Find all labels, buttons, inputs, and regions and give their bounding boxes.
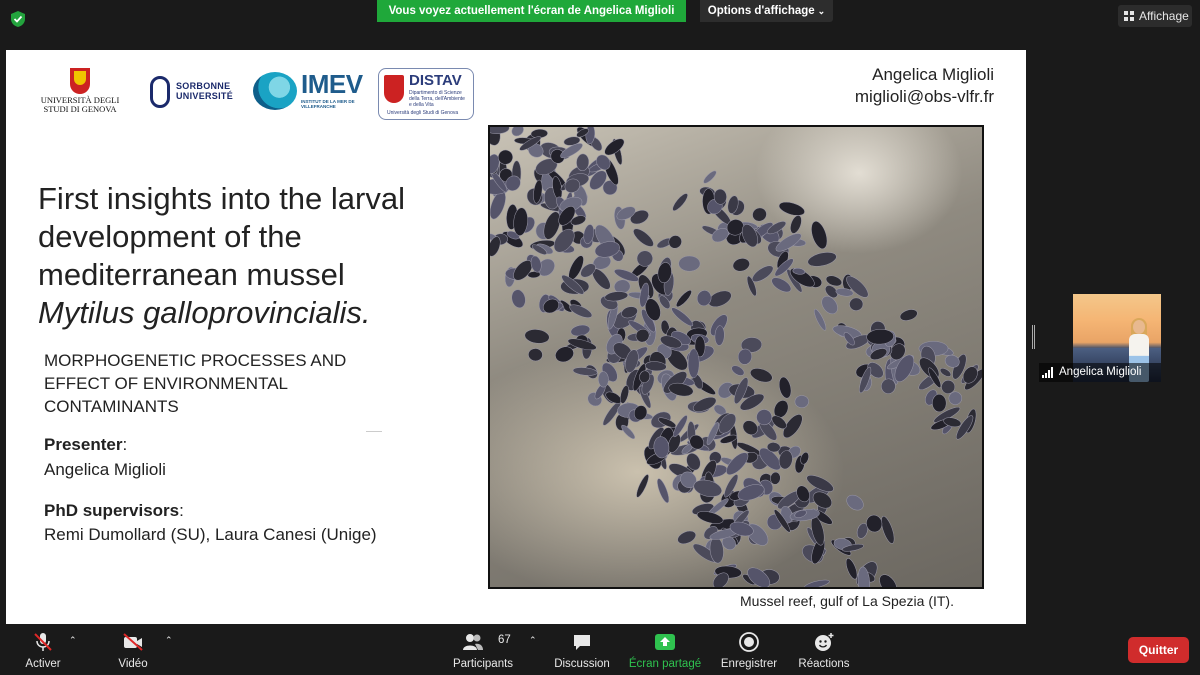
mussel-shell	[814, 308, 827, 331]
mussel-shell	[633, 228, 654, 247]
mussel-shell	[732, 258, 750, 272]
participants-count: 67	[498, 634, 511, 646]
meeting-toolbar: Activer ⌃ Vidéo ⌃ 67 Participants ⌃ Disc…	[0, 626, 1200, 675]
mussel-shell	[511, 127, 524, 137]
mussel-shell	[687, 348, 700, 379]
mussel-shell	[879, 574, 898, 587]
screen-share-banner: Vous voyez actuellement l'écran de Angel…	[377, 0, 686, 22]
mussel-shell	[703, 170, 717, 184]
author-email: miglioli@obs-vlfr.fr	[854, 87, 994, 106]
title-main: First insights into the larval developme…	[38, 181, 405, 292]
mussel-shell	[807, 252, 837, 267]
imev-logo: IMEV INSTITUT DE LA MER DE VILLEFRANCHE	[253, 70, 365, 114]
mussel-shell	[849, 297, 864, 311]
mussel-shell	[677, 530, 696, 545]
mussel-shell	[672, 193, 688, 211]
photo-caption: Mussel reef, gulf of La Spezia (IT).	[740, 593, 954, 609]
mussel-shell	[671, 307, 694, 327]
mussel-shell	[693, 479, 722, 497]
author-block: Angelica Miglioli miglioli@obs-vlfr.fr	[855, 64, 994, 108]
mussel-shell	[731, 365, 745, 376]
mussel-shell	[790, 215, 802, 234]
audio-options-chevron-icon[interactable]: ⌃	[69, 635, 77, 646]
view-button-label: Affichage	[1139, 9, 1189, 23]
connection-signal-icon	[1042, 367, 1056, 378]
sorbonne-logo: SORBONNE UNIVERSITÉ	[150, 74, 238, 110]
meeting-top-bar: Vous voyez actuellement l'écran de Angel…	[0, 0, 1200, 36]
mussel-shell	[811, 221, 828, 250]
video-camera-off-icon	[123, 633, 143, 651]
mussel-shell	[511, 289, 526, 309]
mussel-shell	[621, 424, 636, 440]
mussel-shell	[676, 289, 692, 308]
mussel-shell	[752, 207, 767, 222]
security-shield-icon[interactable]	[10, 10, 26, 28]
participants-icon	[462, 634, 483, 650]
mussel-shell	[845, 558, 858, 580]
supervisors-names: Remi Dumollard (SU), Laura Canesi (Unige…	[44, 525, 377, 544]
microphone-muted-icon	[34, 633, 52, 651]
mussel-shell	[778, 201, 805, 216]
mussel-shell	[821, 296, 838, 315]
smiley-plus-icon	[815, 633, 834, 651]
mussel-shell	[939, 367, 952, 377]
mussel-shell	[524, 329, 550, 344]
view-options-label: Options d'affichage	[707, 5, 815, 17]
view-button[interactable]: Affichage	[1118, 5, 1192, 27]
start-video-button[interactable]: Vidéo	[108, 626, 158, 675]
share-screen-icon	[655, 634, 675, 650]
mussel-shell	[846, 494, 864, 511]
record-button[interactable]: Enregistrer	[716, 626, 782, 675]
mussel-shell	[620, 385, 629, 404]
title-species: Mytilus galloprovincialis.	[38, 295, 371, 330]
slide-subtitle: MORPHOGENETIC PROCESSES AND EFFECT OF EN…	[44, 351, 347, 416]
slide-title: First insights into the larval developme…	[38, 180, 478, 332]
mussel-shell	[668, 235, 682, 249]
chat-button[interactable]: Discussion	[550, 626, 614, 675]
grid-icon	[1124, 11, 1134, 21]
mussel-shell	[778, 376, 792, 399]
unmute-button[interactable]: Activer	[18, 626, 68, 675]
mussel-shell	[881, 516, 895, 544]
mussel-shell	[528, 348, 543, 362]
mussel-cluster-image	[490, 127, 982, 587]
mussel-reef-photo	[488, 125, 984, 589]
mussel-shell	[657, 478, 670, 504]
leave-meeting-button[interactable]: Quitter	[1128, 637, 1189, 663]
participants-options-chevron-icon[interactable]: ⌃	[529, 635, 537, 646]
reactions-button[interactable]: Réactions	[794, 626, 854, 675]
mussel-shell	[678, 255, 701, 272]
genova-university-logo: UNIVERSITÀ DEGLI STUDI DI GENOVA	[30, 68, 130, 120]
author-name: Angelica Miglioli	[872, 65, 994, 84]
participant-name: Angelica Miglioli	[1039, 363, 1161, 382]
supervisors-label: PhD supervisors:	[44, 501, 184, 520]
share-screen-button[interactable]: Écran partagé	[626, 626, 704, 675]
video-options-chevron-icon[interactable]: ⌃	[165, 635, 173, 646]
mussel-shell	[932, 394, 947, 413]
chevron-down-icon: ⌄	[817, 6, 826, 16]
mussel-shell	[794, 395, 809, 409]
panel-resize-handle[interactable]	[1032, 325, 1035, 349]
presenter-name: Angelica Miglioli	[44, 460, 166, 479]
record-icon	[739, 632, 759, 652]
chat-bubble-icon	[574, 635, 590, 650]
mussel-shell	[490, 127, 510, 134]
presenter-label: Presenter:	[44, 435, 128, 454]
shared-slide: UNIVERSITÀ DEGLI STUDI DI GENOVA SORBONN…	[6, 50, 1026, 624]
view-options-dropdown[interactable]: Options d'affichage ⌄	[700, 0, 833, 22]
mussel-shell	[899, 309, 918, 321]
mussel-shell	[804, 579, 830, 587]
distav-logo: DISTAV Dipartimento di Scienze della Ter…	[378, 68, 474, 120]
mussel-shell	[750, 368, 773, 383]
participants-button[interactable]: 67 Participants	[448, 626, 518, 675]
divider	[366, 431, 382, 432]
mussel-shell	[604, 291, 629, 302]
mussel-shell	[636, 474, 649, 498]
